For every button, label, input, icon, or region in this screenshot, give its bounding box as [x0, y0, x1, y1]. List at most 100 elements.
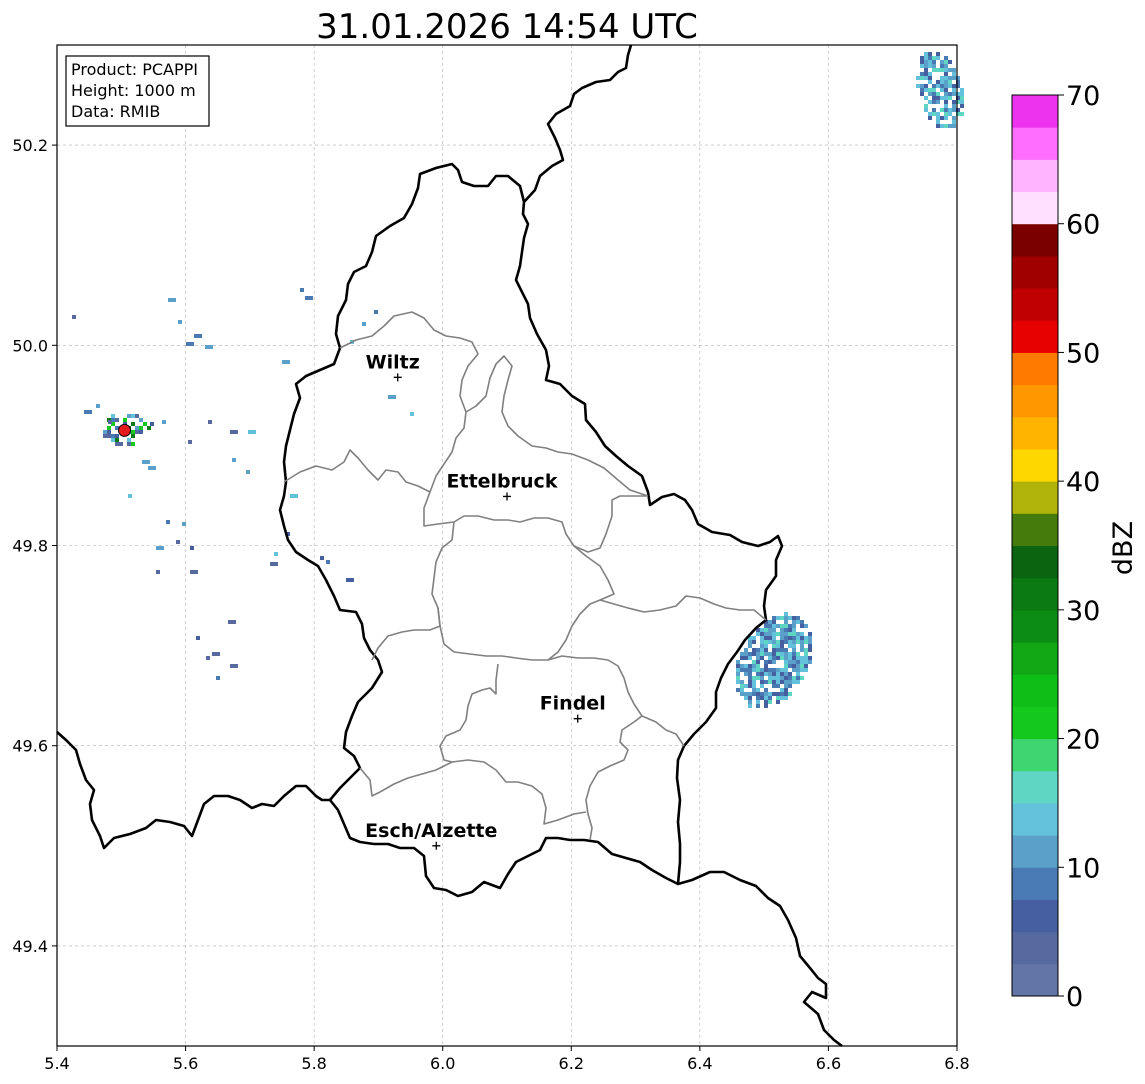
precip-pixel [788, 628, 792, 632]
precip-pixel [944, 64, 948, 68]
precip-pixel [119, 442, 123, 446]
precip-pixel [736, 676, 740, 680]
precip-pixel [772, 644, 776, 648]
precip-pixel [744, 684, 748, 688]
precip-pixel [107, 430, 111, 434]
precip-pixel [936, 120, 940, 124]
precip-pixel [772, 636, 776, 640]
precip-pixel [139, 430, 143, 434]
precip-pixel [135, 426, 139, 430]
map-area[interactable]: Wiltz Ettelbruck Findel Esch/Alzette 5.4 5.6… [12, 44, 970, 1073]
precip-pixel [800, 636, 804, 640]
precip-pixel [131, 430, 135, 434]
precip-pixel [764, 664, 768, 668]
precip-pixel [780, 624, 784, 628]
city-name: Esch/Alzette [365, 820, 497, 842]
city-name: Ettelbruck [447, 470, 558, 492]
precip-pixel [776, 684, 780, 688]
colorbar-segment [1012, 802, 1058, 836]
precip-pixel [924, 76, 928, 80]
precip-pixel [780, 688, 784, 692]
precip-pixel [760, 696, 764, 700]
precip-pixel [194, 334, 202, 338]
precip-pixel [792, 660, 796, 664]
precip-pixel [920, 72, 924, 76]
precip-pixel [748, 696, 752, 700]
colorbar-segment [1012, 738, 1058, 772]
precip-pixel [772, 628, 776, 632]
precip-pixel [952, 92, 956, 96]
precip-pixel [776, 696, 780, 700]
precip-pixel [760, 644, 764, 648]
precip-pixel [952, 108, 956, 112]
precip-pixel [792, 636, 796, 640]
precip-pixel [764, 680, 768, 684]
precip-pixel [808, 636, 812, 640]
precip-pixel [924, 60, 928, 64]
radar-site-marker[interactable] [118, 423, 131, 437]
precip-pixel [178, 320, 182, 324]
precip-pixel [944, 92, 948, 96]
precip-pixel [948, 108, 952, 112]
precip-pixel [776, 648, 780, 652]
precip-pixel [410, 412, 414, 416]
precip-pixel [960, 88, 964, 92]
precip-pixel [796, 656, 800, 660]
precip-pixel [940, 80, 944, 84]
precip-pixel [760, 676, 764, 680]
precip-pixel [764, 648, 768, 652]
tick-label-x: 5.6 [173, 1054, 198, 1073]
colorbar-segment [1012, 288, 1058, 321]
precip-pixel [768, 696, 772, 700]
precip-pixel [772, 620, 776, 624]
precip-pixel [756, 696, 760, 700]
precip-pixel [780, 676, 784, 680]
precip-pixel [944, 88, 948, 92]
precip-pixel [808, 660, 812, 664]
precip-pixel [920, 84, 924, 88]
precip-pixel [756, 648, 760, 652]
precip-pixel [800, 664, 804, 668]
precip-pixel [944, 56, 948, 60]
precip-pixel [784, 688, 788, 692]
precip-pixel [752, 680, 756, 684]
precip-pixel [928, 72, 932, 76]
precip-pixel [108, 420, 112, 424]
tick-label-x: 5.4 [44, 1054, 69, 1073]
precip-pixel [944, 68, 948, 72]
precip-pixel [788, 664, 792, 668]
precip-pixel [808, 644, 812, 648]
precip-pixel [924, 104, 928, 108]
precip-pixel [936, 80, 940, 84]
precip-pixel [776, 680, 780, 684]
precip-pixel [115, 442, 119, 446]
precip-pixel [792, 676, 796, 680]
precip-pixel [948, 84, 952, 88]
precip-pixel [748, 680, 752, 684]
precip-pixel [920, 56, 924, 60]
precip-pixel [326, 560, 330, 564]
precip-pixel [752, 668, 756, 672]
precip-pixel [792, 628, 796, 632]
precip-pixel [748, 656, 752, 660]
tick-label-x: 6.2 [559, 1054, 584, 1073]
precip-pixel [756, 672, 760, 676]
tick-label-x: 6.6 [816, 1054, 841, 1073]
precip-pixel [768, 660, 772, 664]
precip-pixel [190, 546, 194, 550]
precip-pixel [788, 676, 792, 680]
precip-pixel [788, 680, 792, 684]
precip-pixel [740, 692, 744, 696]
precip-pixel [920, 88, 924, 92]
precip-pixel [796, 668, 800, 672]
tick-label-x: 5.8 [301, 1054, 326, 1073]
precip-pixel [804, 636, 808, 640]
precip-pixel [924, 88, 928, 92]
precip-pixel [768, 632, 772, 636]
precip-pixel [736, 664, 740, 668]
precip-pixel [932, 60, 936, 64]
precip-pixel [736, 660, 740, 664]
precip-pixel [776, 652, 780, 656]
precip-pixel [796, 652, 800, 656]
precip-pixel [784, 672, 788, 676]
